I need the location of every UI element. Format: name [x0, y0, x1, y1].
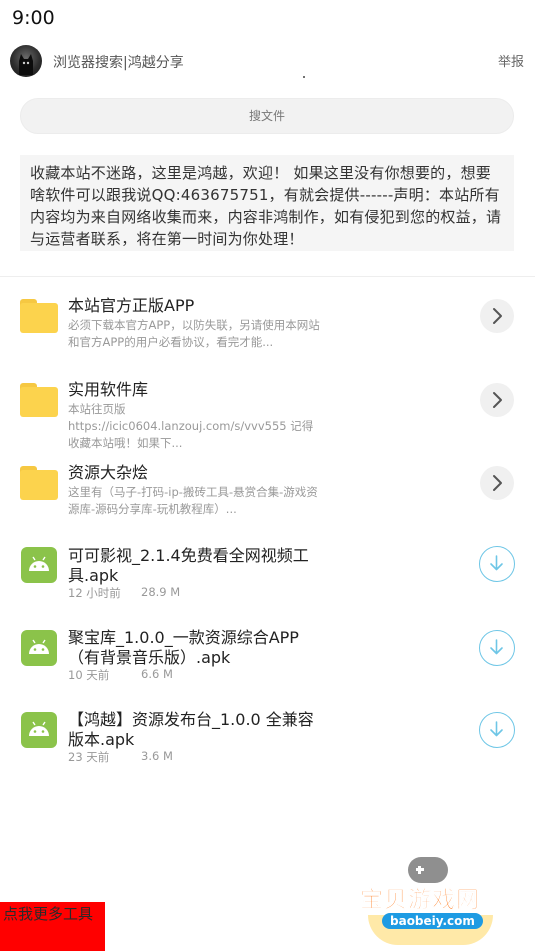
folder-description: 本站往页版 https://icic0604.lanzouj.com/s/vvv… — [68, 402, 314, 450]
file-name: 【鸿越】资源发布台_1.0.0 全兼容版本.apk — [68, 710, 314, 749]
folder-row[interactable]: 实用软件库 本站往页版 https://icic0604.lanzouj.com… — [0, 374, 535, 452]
avatar[interactable] — [10, 45, 42, 77]
folder-icon — [20, 383, 58, 417]
chevron-right-icon[interactable] — [480, 466, 514, 500]
status-bar: 9:00 — [0, 0, 535, 36]
file-row[interactable]: 可可影视_2.1.4免费看全网视频工具.apk 12 小时前 28.9 M — [0, 542, 535, 606]
chevron-right-icon[interactable] — [480, 299, 514, 333]
watermark-title: 宝贝游戏网 — [360, 887, 480, 914]
folder-icon — [20, 466, 58, 500]
folder-description: 必须下载本官方APP，以防失联，另请使用本网站和官方APP的用户必看协议，看完才… — [68, 318, 320, 349]
folder-description: 这里有（马子-打码-ip-搬砖工具-悬赏合集-游戏资源库-源码分享库-玩机教程库… — [68, 485, 318, 516]
search-input[interactable]: 搜文件 — [20, 98, 514, 134]
share-title: 浏览器搜索|鸿越分享 — [53, 55, 184, 71]
notice-text: 收藏本站不迷路，这里是鸿越，欢迎！ 如果这里没有你想要的，想要啥软件可以跟我说Q… — [20, 155, 514, 251]
file-name: 可可影视_2.1.4免费看全网视频工具.apk — [68, 546, 309, 585]
share-header: 浏览器搜索|鸿越分享 举报 — [0, 40, 535, 84]
download-icon[interactable] — [479, 712, 515, 748]
status-time: 9:00 — [12, 7, 55, 29]
android-icon — [21, 712, 57, 748]
download-icon[interactable] — [479, 630, 515, 666]
chevron-right-icon[interactable] — [480, 383, 514, 417]
folder-row[interactable]: 资源大杂烩 这里有（马子-打码-ip-搬砖工具-悬赏合集-游戏资源库-源码分享库… — [0, 457, 535, 527]
file-size: 6.6 M — [141, 667, 173, 681]
folder-title: 本站官方正版APP — [68, 296, 195, 315]
divider-dot — [303, 76, 305, 78]
file-time: 10 天前 — [68, 668, 110, 682]
file-size: 3.6 M — [141, 749, 173, 763]
folder-row[interactable]: 本站官方正版APP 必须下载本官方APP，以防失联，另请使用本网站和官方APP的… — [0, 290, 535, 360]
more-tools-button[interactable]: 点我更多工具 — [0, 902, 105, 951]
report-link[interactable]: 举报 — [498, 51, 524, 70]
divider — [0, 276, 535, 277]
folder-icon — [20, 299, 58, 333]
watermark-url: baobeiy.com — [382, 913, 483, 929]
file-size: 28.9 M — [141, 585, 181, 599]
watermark-logo: 宝贝游戏网 baobeiy.com — [358, 853, 508, 951]
file-row[interactable]: 【鸿越】资源发布台_1.0.0 全兼容版本.apk 23 天前 3.6 M — [0, 707, 535, 771]
file-name: 聚宝库_1.0.0_一款资源综合APP（有背景音乐版）.apk — [68, 628, 299, 667]
android-icon — [21, 547, 57, 583]
file-row[interactable]: 聚宝库_1.0.0_一款资源综合APP（有背景音乐版）.apk 10 天前 6.… — [0, 625, 535, 689]
file-time: 12 小时前 — [68, 586, 121, 600]
android-icon — [21, 630, 57, 666]
download-icon[interactable] — [479, 546, 515, 582]
file-time: 23 天前 — [68, 750, 110, 764]
folder-title: 实用软件库 — [68, 380, 149, 399]
folder-title: 资源大杂烩 — [68, 463, 149, 482]
